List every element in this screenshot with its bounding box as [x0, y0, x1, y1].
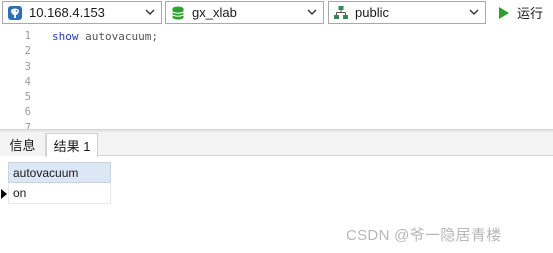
- line-number: 5: [24, 91, 31, 104]
- current-row-arrow-icon: [1, 189, 7, 199]
- chevron-down-icon[interactable]: [143, 5, 157, 19]
- tab-result-label: 结果 1: [53, 139, 91, 154]
- line-number: 3: [24, 60, 31, 73]
- line-number-gutter: 1 2 3 4 5 6 7: [0, 29, 40, 136]
- tab-info-label: 信息: [9, 138, 36, 153]
- run-label: 运行: [517, 6, 544, 21]
- table-cell[interactable]: on: [13, 186, 26, 200]
- tab-info[interactable]: 信息: [0, 133, 46, 156]
- postgres-elephant-icon: [7, 5, 23, 21]
- connection-value: 10.168.4.153: [29, 5, 105, 20]
- run-button[interactable]: 运行: [493, 2, 553, 23]
- chevron-down-icon[interactable]: [467, 5, 481, 19]
- watermark: CSDN @爷一隐居青楼: [346, 227, 502, 244]
- line-number: 1: [24, 30, 31, 42]
- column-header-autovacuum[interactable]: autovacuum: [8, 162, 111, 183]
- tab-result-1[interactable]: 结果 1: [46, 133, 98, 157]
- sql-text: autovacuum;: [78, 30, 158, 43]
- column-header-label: autovacuum: [13, 165, 79, 180]
- database-select[interactable]: gx_xlab: [165, 1, 324, 24]
- connection-select[interactable]: 10.168.4.153: [2, 1, 162, 24]
- result-tabbar: 信息 结果 1: [0, 132, 553, 157]
- code-line[interactable]: show autovacuum;: [52, 29, 158, 44]
- chevron-down-icon[interactable]: [305, 5, 319, 19]
- database-value: gx_xlab: [192, 5, 237, 20]
- schema-value: public: [355, 5, 389, 20]
- line-number: 2: [24, 45, 31, 58]
- toolbar: 10.168.4.153 gx_xlab public 运行: [0, 0, 553, 26]
- table-row[interactable]: on: [8, 183, 111, 204]
- sql-keyword: show: [52, 30, 79, 43]
- schema-tree-icon: [333, 5, 349, 21]
- database-cylinder-icon: [170, 5, 186, 21]
- sql-editor[interactable]: 1 2 3 4 5 6 7 show autovacuum;: [0, 27, 553, 134]
- schema-select[interactable]: public: [328, 1, 486, 24]
- play-icon: [497, 6, 511, 20]
- line-number: 4: [24, 75, 31, 88]
- line-number: 6: [24, 106, 31, 119]
- code-area[interactable]: show autovacuum;: [52, 29, 158, 44]
